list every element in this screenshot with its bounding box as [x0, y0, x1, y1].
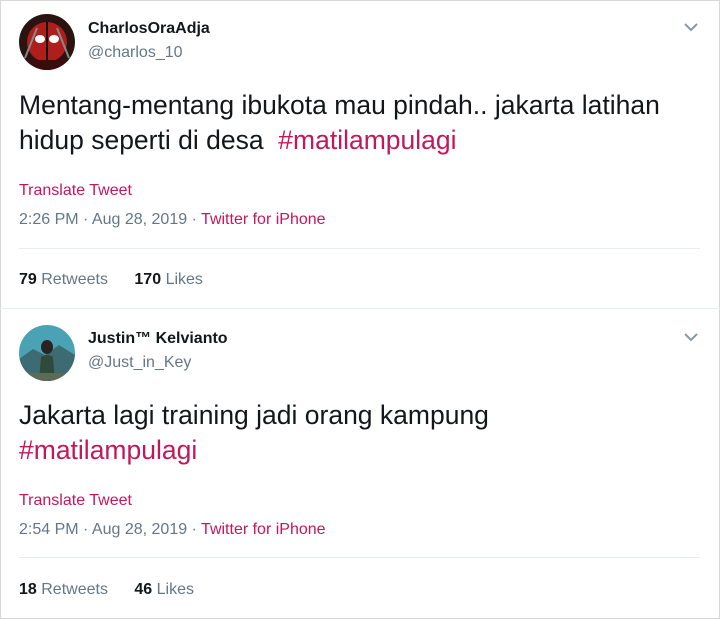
tweet-body: Jakarta lagi training jadi orang kampung [19, 400, 489, 430]
likes-label: Likes [156, 581, 195, 598]
chevron-down-icon[interactable] [682, 20, 700, 34]
retweets-stat[interactable]: 18 Retweets [19, 581, 108, 598]
timestamp[interactable]: 2:54 PM · Aug 28, 2019 · [19, 521, 201, 538]
retweets-label: Retweets [41, 581, 108, 598]
source-link[interactable]: Twitter for iPhone [201, 211, 326, 228]
tweet-1: CharlosOraAdja @charlos_10 Mentang-menta… [0, 0, 720, 309]
tweet-text: Jakarta lagi training jadi orang kampung… [19, 398, 709, 468]
avatar-image [19, 325, 75, 381]
hashtag-link[interactable]: #matilampulagi [278, 125, 456, 155]
display-name[interactable]: Justin™ Kelvianto [88, 330, 228, 348]
retweets-stat[interactable]: 79 Retweets [19, 271, 108, 288]
hashtag-link[interactable]: #matilampulagi [19, 435, 197, 465]
translate-tweet-link[interactable]: Translate Tweet [19, 492, 132, 510]
likes-count: 46 [134, 581, 153, 598]
display-name[interactable]: CharlosOraAdja [88, 20, 210, 38]
likes-count: 170 [134, 271, 162, 288]
divider [19, 248, 700, 249]
likes-label: Likes [165, 271, 203, 288]
user-handle[interactable]: @charlos_10 [88, 44, 183, 62]
tweet-meta: 2:54 PM · Aug 28, 2019 · Twitter for iPh… [19, 521, 326, 539]
tweet-text: Mentang-mentang ibukota mau pindah.. jak… [19, 88, 709, 158]
user-handle[interactable]: @Just_in_Key [88, 354, 191, 372]
avatar-image [19, 14, 75, 70]
tweet-2: Justin™ Kelvianto @Just_in_Key Jakarta l… [0, 309, 720, 619]
tweet-stats: 79 Retweets 170 Likes [19, 271, 225, 289]
tweet-meta: 2:26 PM · Aug 28, 2019 · Twitter for iPh… [19, 211, 326, 229]
chevron-down-icon[interactable] [682, 330, 700, 344]
retweets-count: 18 [19, 581, 37, 598]
source-link[interactable]: Twitter for iPhone [201, 521, 326, 538]
timestamp[interactable]: 2:26 PM · Aug 28, 2019 · [19, 211, 201, 228]
likes-stat[interactable]: 170 Likes [134, 271, 203, 288]
translate-tweet-link[interactable]: Translate Tweet [19, 182, 132, 200]
avatar[interactable] [19, 14, 75, 70]
tweet-stats: 18 Retweets 46 Likes [19, 581, 216, 599]
avatar[interactable] [19, 325, 75, 381]
divider [19, 557, 700, 558]
retweets-label: Retweets [41, 271, 108, 288]
retweets-count: 79 [19, 271, 37, 288]
likes-stat[interactable]: 46 Likes [134, 581, 194, 598]
